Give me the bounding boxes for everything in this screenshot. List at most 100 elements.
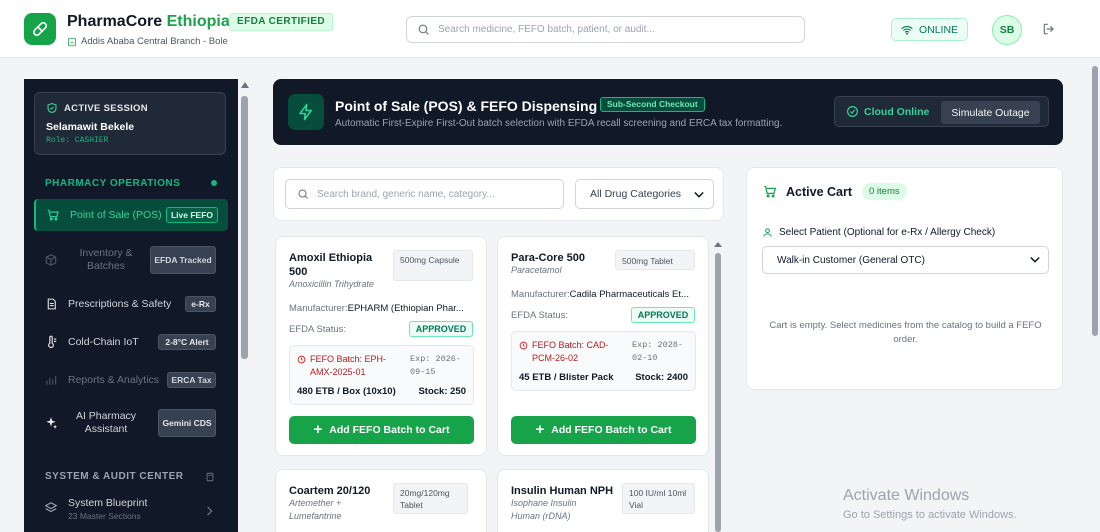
user-icon [763, 228, 772, 237]
page-subtitle: Automatic First-Expire First-Out batch s… [335, 118, 783, 129]
sidebar-item-pos[interactable]: Point of Sale (POS) Live FEFO [34, 199, 228, 231]
product-stock: Stock: 250 [418, 386, 466, 397]
cart-icon [46, 208, 60, 222]
database-icon [205, 470, 215, 488]
product-name: Insulin Human NPH [511, 485, 614, 497]
layers-icon [44, 501, 58, 520]
plus-icon: + [313, 421, 323, 438]
online-status-badge[interactable]: ONLINE [891, 18, 968, 41]
efda-certified-badge: EFDA CERTIFIED [229, 13, 334, 31]
product-generic: Amoxicillin Trihydrate [289, 279, 374, 289]
approved-badge: APPROVED [631, 307, 695, 323]
product-card: Insulin Human NPH Isophane Insulin Human… [497, 469, 709, 532]
scroll-up-arrow[interactable] [241, 82, 249, 88]
fefo-batch-box: FEFO Batch: EPH-AMX-2025-01 Exp: 2026-09… [289, 345, 474, 405]
product-form: 100 IU/ml 10ml Vial [622, 483, 695, 514]
product-name: Coartem 20/120 [289, 485, 371, 497]
scrollbar-thumb[interactable] [241, 96, 248, 359]
active-cart-panel: Active Cart 0 items Select Patient (Opti… [746, 167, 1063, 390]
cart-empty-message: Cart is empty. Select medicines from the… [769, 320, 1042, 345]
sidebar-item-reports[interactable]: Reports & Analytics ERCA Tax [34, 366, 228, 394]
active-session-card: ACTIVE SESSION Selamawit Bekele Role: CA… [34, 92, 226, 155]
scrollbar-thumb[interactable] [1092, 66, 1098, 336]
cloud-status: Cloud Online [846, 105, 929, 118]
add-fefo-batch-button[interactable]: + Add FEFO Batch to Cart [289, 416, 474, 444]
user-avatar[interactable]: SB [992, 15, 1022, 45]
connectivity-panel: Cloud Online Simulate Outage [834, 96, 1049, 127]
pos-hero-banner: Point of Sale (POS) & FEFO Dispensing Su… [273, 79, 1063, 145]
fefo-batch-label: FEFO Batch: EPH-AMX-2025-01 [297, 353, 397, 379]
product-card: Para-Core 500 Paracetamol 500mg Tablet M… [497, 236, 709, 456]
product-price: 480 ETB / Box (10x10) [297, 386, 396, 397]
sidebar: ACTIVE SESSION Selamawit Bekele Role: CA… [24, 79, 238, 532]
section-system-audit: SYSTEM & AUDIT CENTER [45, 471, 184, 482]
product-stock: Stock: 2400 [635, 372, 688, 383]
box-icon [44, 253, 58, 267]
badge-live-fefo: Live FEFO [166, 207, 218, 223]
plus-icon: + [535, 421, 545, 438]
clock-icon [297, 355, 306, 364]
badge-gemini-cds: Gemini CDS [158, 409, 216, 437]
product-generic: Isophane Insulin Human (rDNA) [511, 498, 577, 521]
patient-select[interactable]: Walk-in Customer (General OTC) [762, 246, 1049, 274]
sidebar-item-ai-assistant[interactable]: AI Pharmacy Assistant Gemini CDS [34, 405, 228, 441]
product-card: Coartem 20/120 Artemether + Lumefantrine… [275, 469, 487, 532]
sparkle-icon [44, 416, 58, 430]
efda-status-label: EFDA Status: [289, 324, 347, 335]
global-search-input[interactable] [438, 24, 778, 35]
badge-erca-tax: ERCA Tax [167, 372, 216, 388]
batch-expiry: Exp: 2028-02-10 [632, 340, 684, 363]
product-generic: Paracetamol [511, 265, 562, 275]
product-manufacturer: Manufacturer:EPHARM (Ethiopian Phar... [289, 303, 464, 314]
wifi-icon [901, 25, 913, 35]
batch-expiry: Exp: 2026-09-15 [410, 354, 462, 377]
add-fefo-batch-button[interactable]: + Add FEFO Batch to Cart [511, 416, 696, 444]
simulate-outage-button[interactable]: Simulate Outage [941, 101, 1040, 124]
search-icon [418, 24, 429, 35]
sidebar-item-inventory[interactable]: Inventory & Batches EFDA Tracked [34, 242, 228, 278]
thermometer-icon [44, 335, 58, 349]
badge-cold-alert: 2-8°C Alert [158, 334, 216, 350]
chevron-right-icon [206, 503, 214, 521]
scroll-up-arrow[interactable] [714, 242, 722, 247]
product-name: Amoxil Ethiopia 500 [289, 252, 373, 278]
product-form: 500mg Capsule [393, 250, 473, 281]
efda-status-label: EFDA Status: [511, 310, 569, 321]
catalog-scrollbar[interactable] [713, 240, 723, 532]
catalog-search[interactable] [285, 179, 564, 209]
page-scrollbar[interactable] [1090, 58, 1100, 532]
session-label: ACTIVE SESSION [46, 102, 148, 114]
global-search[interactable] [406, 16, 805, 43]
product-card: Amoxil Ethiopia 500 Amoxicillin Trihydra… [275, 236, 487, 456]
sidebar-item-system-blueprint[interactable]: System Blueprint 23 Master Sections [44, 497, 228, 529]
app-root: PharmaCore Ethiopia EFDA CERTIFIED Addis… [0, 0, 1100, 532]
product-generic: Artemether + Lumefantrine [289, 498, 342, 521]
clock-icon [519, 341, 528, 350]
building-icon [68, 37, 76, 46]
product-manufacturer: Manufacturer:Cadila Pharmaceuticals Et..… [511, 289, 689, 300]
cart-icon [764, 185, 777, 198]
sidebar-item-cold-chain[interactable]: Cold-Chain IoT 2-8°C Alert [34, 328, 228, 356]
category-select[interactable]: All Drug Categories [575, 179, 714, 209]
catalog-search-input[interactable] [317, 188, 557, 200]
catalog-filter-bar: All Drug Categories [273, 167, 724, 221]
badge-efda-tracked: EFDA Tracked [150, 246, 216, 274]
session-role: Role: CASHIER [46, 136, 109, 145]
scrollbar-thumb[interactable] [715, 253, 721, 532]
sidebar-item-prescriptions[interactable]: Prescriptions & Safety e-Rx [34, 290, 228, 318]
live-indicator-dot [211, 180, 217, 186]
sidebar-scrollbar[interactable] [238, 79, 252, 532]
session-user-name: Selamawit Bekele [46, 121, 135, 133]
lightning-icon [288, 94, 324, 130]
product-price: 45 ETB / Blister Pack [519, 372, 614, 383]
chevron-down-icon [694, 190, 704, 202]
patient-select-label: Select Patient (Optional for e-Rx / Alle… [762, 227, 995, 238]
fefo-batch-label: FEFO Batch: CAD-PCM-26-02 [519, 339, 619, 365]
approved-badge: APPROVED [409, 321, 473, 337]
fefo-batch-box: FEFO Batch: CAD-PCM-26-02 Exp: 2028-02-1… [511, 331, 696, 391]
branch-label: Addis Ababa Central Branch - Bole [67, 36, 228, 47]
cart-count-badge: 0 items [862, 183, 907, 200]
page-title: Point of Sale (POS) & FEFO Dispensing [335, 98, 598, 114]
activate-windows-watermark: Activate Windows Go to Settings to activ… [843, 487, 1017, 521]
logout-icon[interactable] [1041, 21, 1057, 37]
